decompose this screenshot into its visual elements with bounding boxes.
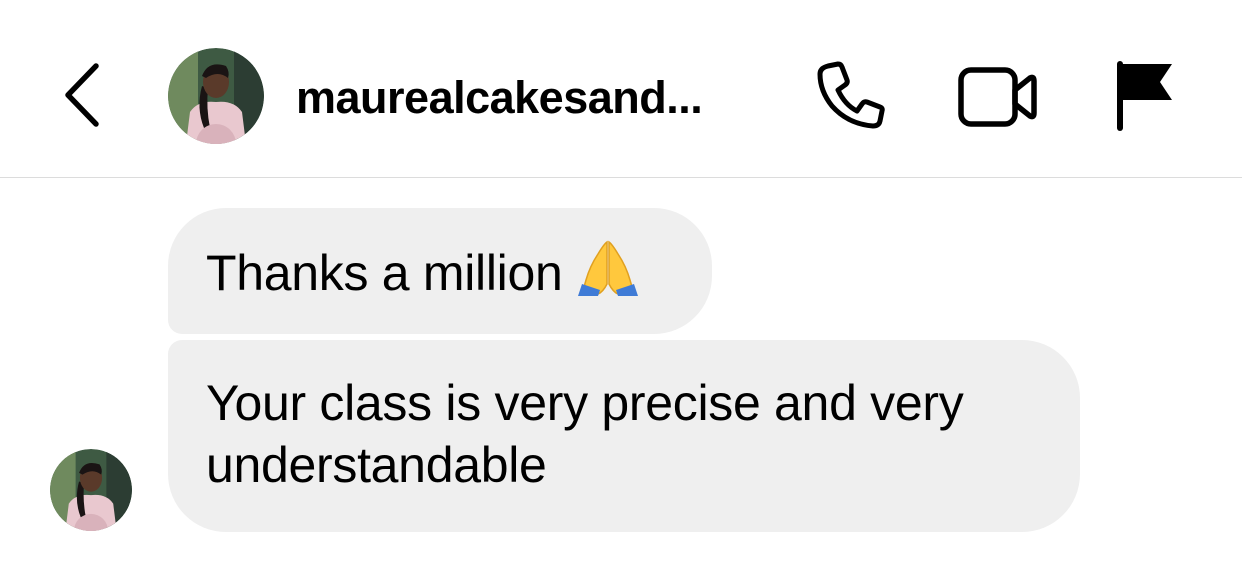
flag-icon xyxy=(1117,61,1172,131)
folded-hands-emoji xyxy=(576,240,640,310)
chat-header: maurealcakesand... xyxy=(0,0,1242,178)
chat-username[interactable]: maurealcakesand... xyxy=(296,72,766,124)
message-text: Your class is very precise and very unde… xyxy=(206,375,964,493)
profile-avatar[interactable] xyxy=(168,48,264,144)
video-camera-icon xyxy=(958,67,1037,127)
phone-icon xyxy=(817,61,885,129)
avatar-image xyxy=(50,449,132,531)
chevron-left-icon xyxy=(65,63,99,127)
video-call-button[interactable] xyxy=(956,62,1040,132)
voice-call-button[interactable] xyxy=(812,58,888,134)
back-button[interactable] xyxy=(58,60,108,130)
message-bubble[interactable]: Your class is very precise and very unde… xyxy=(168,340,1080,532)
sender-avatar[interactable] xyxy=(50,449,132,531)
report-button[interactable] xyxy=(1112,58,1178,132)
message-bubble[interactable]: Thanks a million xyxy=(168,208,712,334)
message-text: Thanks a million xyxy=(206,245,563,301)
avatar-image xyxy=(168,48,264,144)
